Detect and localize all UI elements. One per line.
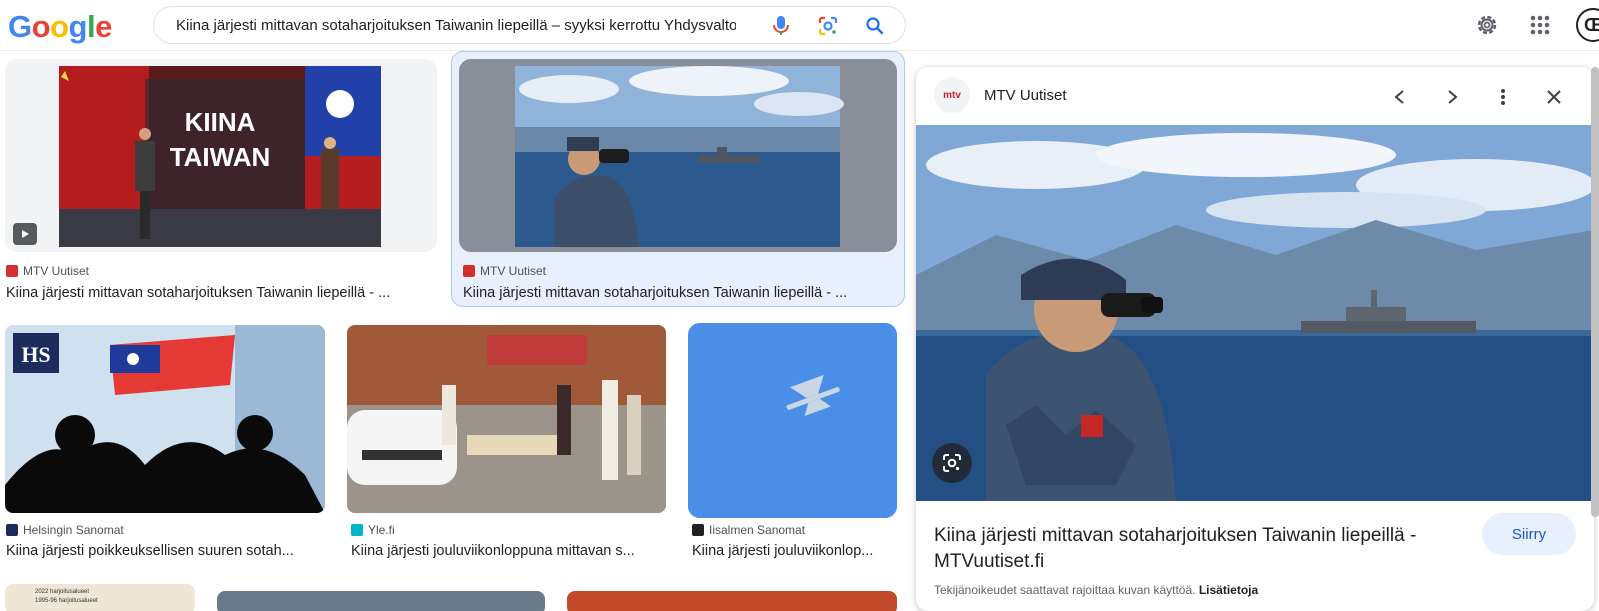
search-icon[interactable] xyxy=(863,14,887,38)
thumb-text-kiina: KIINA xyxy=(185,107,256,137)
hs-favicon-icon xyxy=(6,524,18,536)
chevron-left-icon[interactable] xyxy=(1386,83,1414,111)
search-input[interactable]: Kiina järjesti mittavan sotaharjoituksen… xyxy=(176,17,736,34)
play-icon xyxy=(13,223,37,245)
mtv-favicon-icon xyxy=(463,265,475,277)
logo-letter-g: G xyxy=(8,9,32,44)
scrollbar[interactable] xyxy=(1591,67,1599,517)
yle-favicon-icon xyxy=(351,524,363,536)
result-source-label: MTV Uutiset xyxy=(480,264,547,278)
learn-more-link[interactable]: Lisätietoja xyxy=(1199,583,1258,597)
hs-logo: HS xyxy=(21,342,50,367)
studio-image: KIINA TAIWAN xyxy=(59,66,381,247)
avatar[interactable]: Œ xyxy=(1576,8,1599,42)
copyright-notice: Tekijänoikeudet saattavat rajoittaa kuva… xyxy=(934,583,1258,597)
result-source: MTV Uutiset xyxy=(6,264,89,278)
result-title[interactable]: Kiina järjesti poikkeuksellisen suuren s… xyxy=(6,543,324,559)
visit-button[interactable]: Siirry xyxy=(1482,513,1576,555)
logo-letter-o1: o xyxy=(31,9,51,44)
result-title[interactable]: Kiina järjesti jouluviikonlop... xyxy=(692,543,897,559)
result-title[interactable]: Kiina järjesti jouluviikonloppuna mittav… xyxy=(351,543,666,559)
result-thumbnail[interactable] xyxy=(347,325,666,513)
result-source: Yle.fi xyxy=(351,523,395,537)
result-source-label: Yle.fi xyxy=(368,523,395,537)
panel-title[interactable]: Kiina järjesti mittavan sotaharjoituksen… xyxy=(934,523,1434,575)
map-label: 2022 harjoitusalueet xyxy=(35,589,90,595)
panel-source-label[interactable]: MTV Uutiset xyxy=(984,87,1067,104)
result-source-label: Iisalmen Sanomat xyxy=(709,523,806,537)
flag-crowd-image: HS xyxy=(5,325,325,513)
result-thumbnail-partial[interactable] xyxy=(567,591,897,611)
result-source: MTV Uutiset xyxy=(463,264,546,278)
google-logo[interactable]: Google xyxy=(8,9,112,45)
top-bar: Google Kiina järjesti mittavan sotaharjo… xyxy=(0,0,1599,51)
result-thumbnail-partial[interactable]: 2022 harjoitusalueet 1995-96 harjoitusal… xyxy=(5,584,195,611)
logo-letter-e: e xyxy=(95,9,112,44)
more-vert-icon[interactable] xyxy=(1489,83,1517,111)
chevron-right-icon[interactable] xyxy=(1438,83,1466,111)
mtv-logo: mtv xyxy=(934,77,970,113)
result-title[interactable]: Kiina järjesti mittavan sotaharjoituksen… xyxy=(6,285,431,301)
result-title[interactable]: Kiina järjesti mittavan sotaharjoituksen… xyxy=(463,285,893,301)
thumb-text-taiwan: TAIWAN xyxy=(170,142,271,172)
search-box[interactable]: Kiina järjesti mittavan sotaharjoituksen… xyxy=(153,6,906,44)
copyright-text: Tekijänoikeudet saattavat rajoittaa kuva… xyxy=(934,583,1196,597)
gear-icon[interactable] xyxy=(1473,11,1501,39)
result-source: Helsingin Sanomat xyxy=(6,523,124,537)
hospital-scene-image xyxy=(347,325,666,513)
result-source-label: Helsingin Sanomat xyxy=(23,523,124,537)
result-source-label: MTV Uutiset xyxy=(23,264,90,278)
jet-image xyxy=(688,323,897,518)
panel-header: mtv MTV Uutiset xyxy=(916,67,1594,125)
apps-icon[interactable] xyxy=(1526,11,1554,39)
logo-letter-g2: g xyxy=(68,9,88,44)
result-thumbnail[interactable]: HS xyxy=(5,325,325,513)
iisalmen-favicon-icon xyxy=(692,524,704,536)
lens-icon[interactable] xyxy=(816,14,840,38)
mic-icon[interactable] xyxy=(770,15,792,37)
preview-panel: mtv MTV Uutiset Kiina järjesti mittavan … xyxy=(916,67,1594,611)
result-thumbnail[interactable] xyxy=(688,323,897,518)
map-label: 1995-96 harjoitusalueet xyxy=(35,598,98,604)
result-thumbnail[interactable]: KIINA TAIWAN xyxy=(5,59,437,252)
mtv-favicon-icon xyxy=(6,265,18,277)
panel-preview-image[interactable] xyxy=(916,125,1594,501)
soldier-image xyxy=(515,66,844,247)
lens-icon[interactable] xyxy=(932,443,972,483)
close-icon[interactable] xyxy=(1540,83,1568,111)
result-thumbnail[interactable] xyxy=(459,59,897,252)
result-source: Iisalmen Sanomat xyxy=(692,523,805,537)
logo-letter-o2: o xyxy=(50,9,69,44)
soldier-binoculars-image xyxy=(916,125,1594,501)
logo-letter-l: l xyxy=(86,9,96,44)
result-thumbnail-partial[interactable] xyxy=(217,591,545,611)
